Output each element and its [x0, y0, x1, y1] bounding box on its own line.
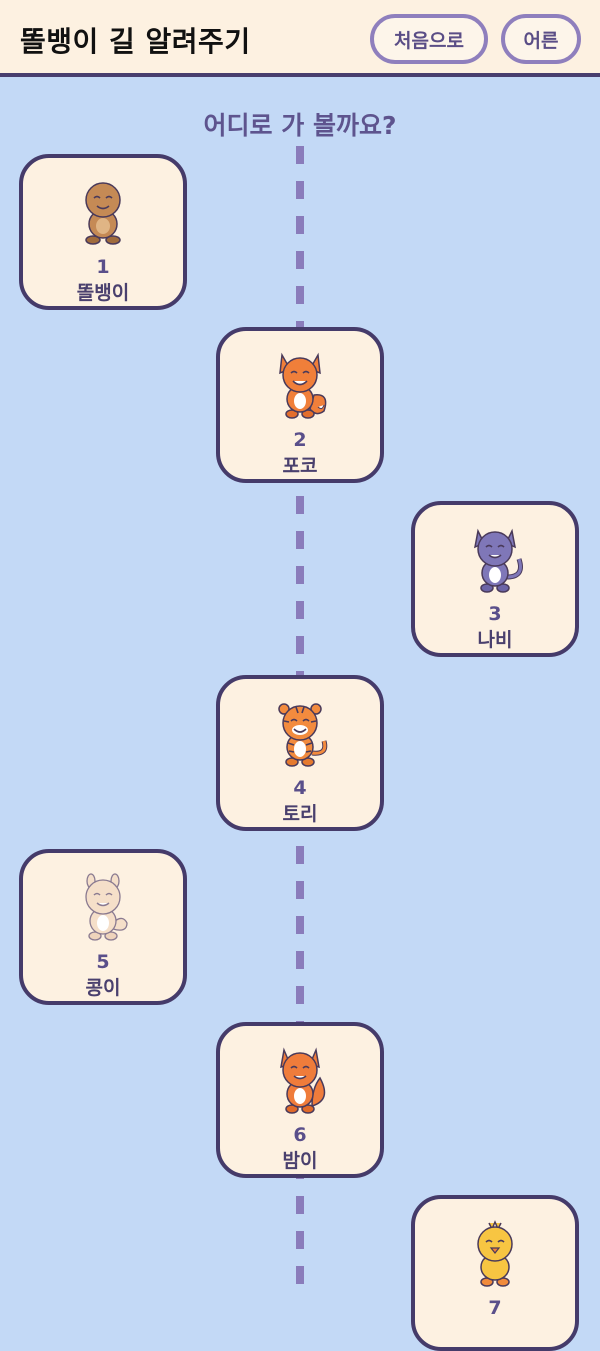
character-card-7[interactable]: 7: [411, 1195, 579, 1351]
character-name: 토리: [282, 803, 318, 825]
prompt-heading: 어디로 가 볼까요?: [203, 111, 397, 140]
character-card-4[interactable]: 4 토리: [216, 675, 384, 831]
purple-cat-icon: [473, 528, 523, 593]
character-number: 7: [488, 1297, 502, 1319]
yellow-chick-icon: [477, 1220, 513, 1287]
character-card-2[interactable]: 2 포코: [216, 327, 384, 483]
character-number: 6: [293, 1124, 307, 1146]
cream-bunny-icon: [85, 873, 128, 941]
character-name: 콩이: [85, 977, 121, 999]
brown-bear-icon: [85, 182, 121, 245]
orange-squirrel-icon: [280, 1047, 326, 1114]
character-number: 1: [96, 256, 110, 278]
orange-fox-icon: [279, 352, 327, 419]
character-card-3[interactable]: 3 나비: [411, 501, 579, 657]
character-name: 밤이: [282, 1150, 318, 1172]
tiger-icon: [278, 703, 328, 767]
top-bar: 똘뱅이 길 알려주기 처음으로 어른: [0, 0, 600, 77]
character-name: 똘뱅이: [76, 282, 130, 304]
character-number: 2: [293, 429, 307, 451]
adult-mode-button[interactable]: 어른: [501, 14, 581, 64]
character-card-1[interactable]: 1 똘뱅이: [19, 154, 187, 310]
character-name: 나비: [477, 629, 513, 651]
character-number: 5: [96, 951, 110, 973]
character-card-5[interactable]: 5 콩이: [19, 849, 187, 1005]
character-card-6[interactable]: 6 밤이: [216, 1022, 384, 1178]
character-number: 3: [488, 603, 502, 625]
character-number: 4: [293, 777, 307, 799]
app-title: 똘뱅이 길 알려주기: [20, 25, 251, 58]
home-button[interactable]: 처음으로: [370, 14, 488, 64]
character-name: 포코: [282, 455, 318, 477]
